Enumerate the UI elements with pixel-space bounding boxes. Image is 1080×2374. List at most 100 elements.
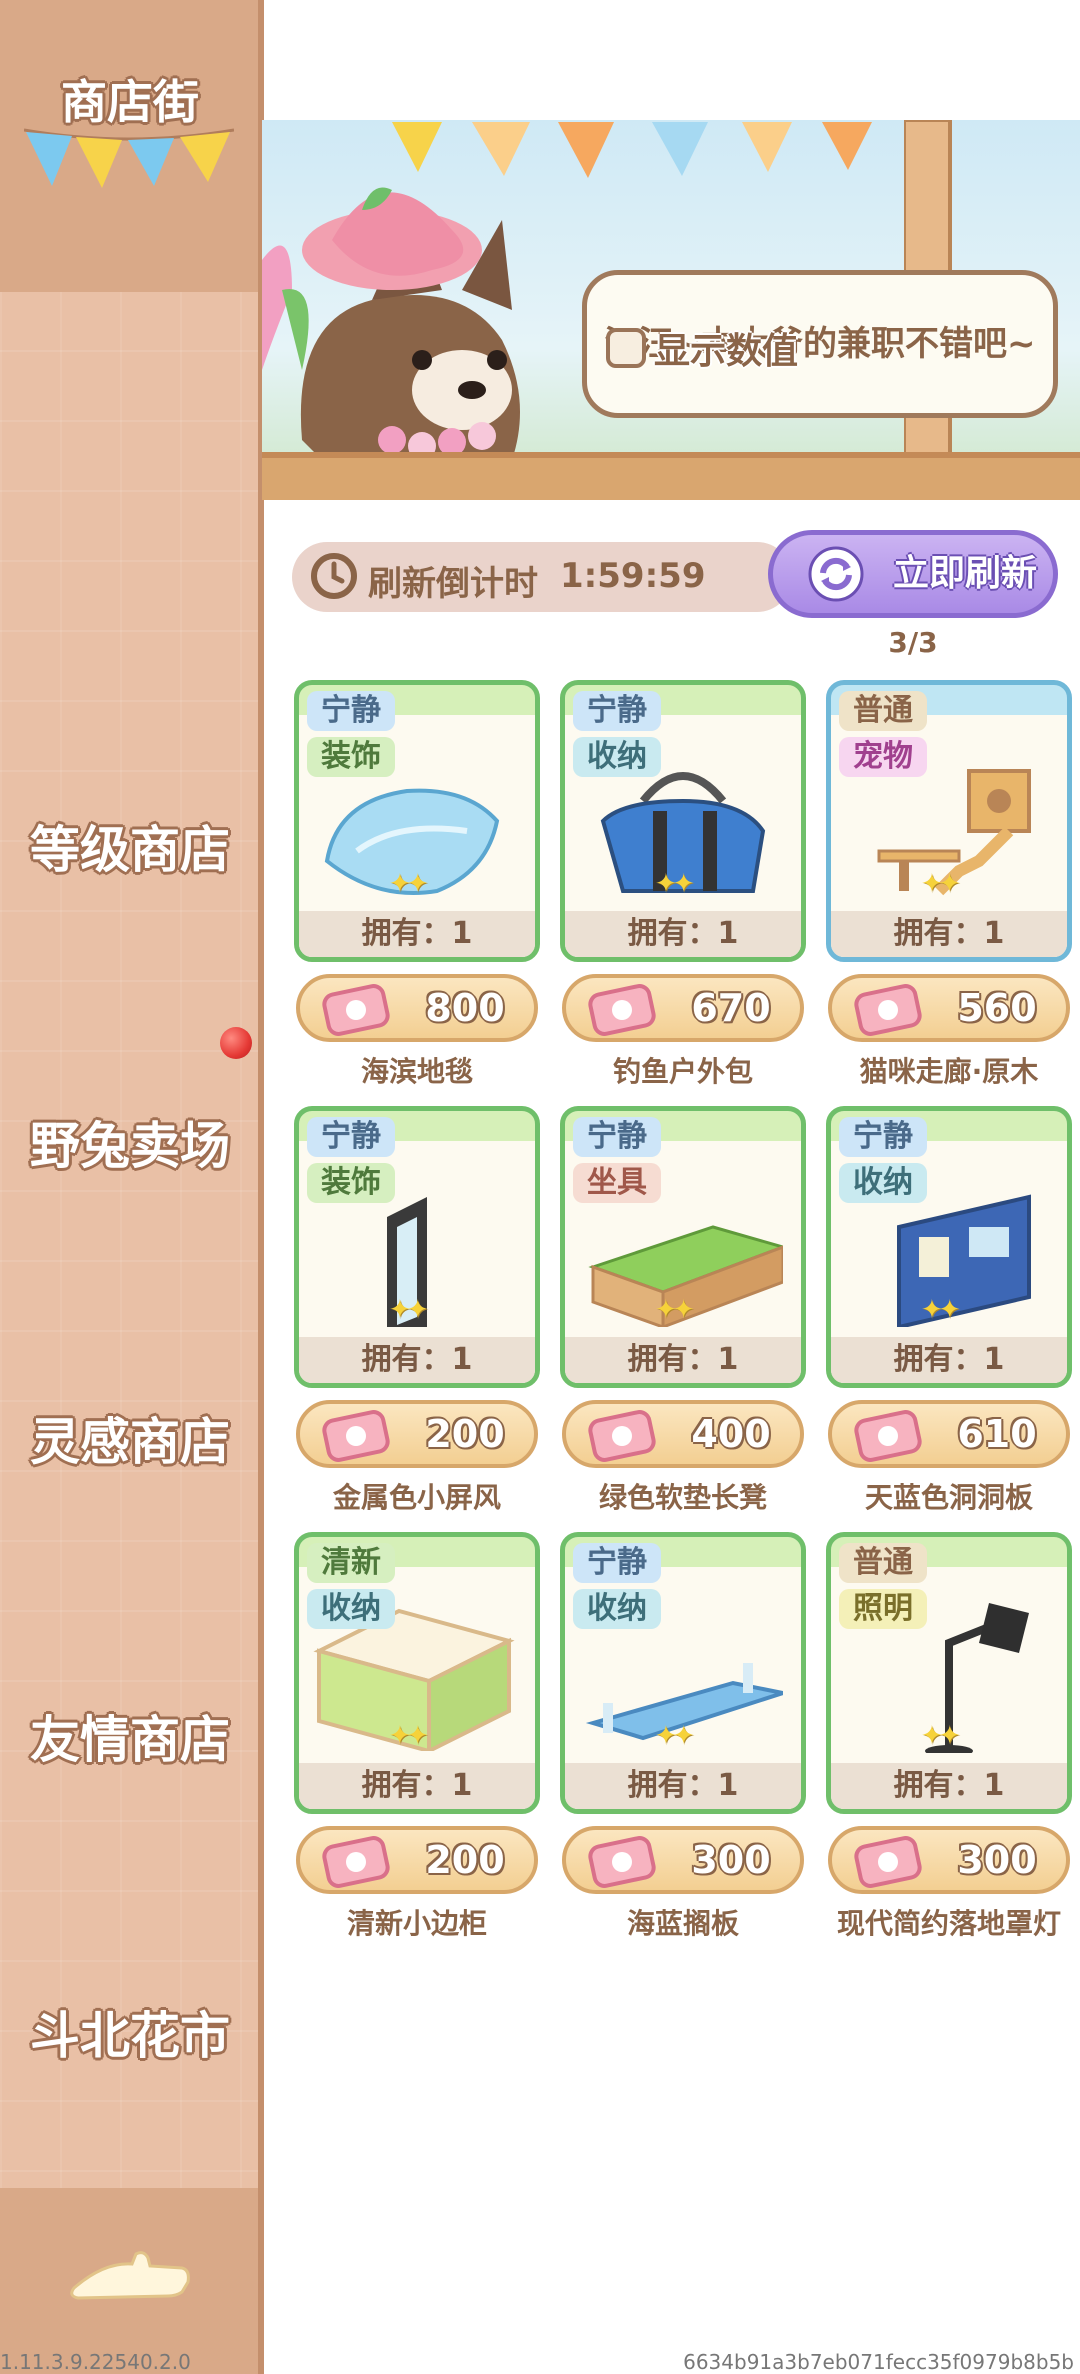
owned-count: 拥有：1	[299, 911, 535, 957]
back-arrow-icon[interactable]	[64, 2242, 194, 2312]
item-card: 普通 照明 ✦✦ 拥有：1	[826, 1532, 1072, 1814]
item-card: 清新 收纳 ✦✦ 拥有：1	[294, 1532, 540, 1814]
notification-dot	[220, 1027, 252, 1059]
star-rating-icon: ✦✦	[921, 1295, 961, 1325]
shopkeeper-dog-icon	[262, 187, 520, 460]
ticket-icon	[854, 1410, 922, 1462]
price-button[interactable]: 200	[296, 1400, 538, 1468]
owned-count: 拥有：1	[299, 1763, 535, 1809]
mood-tag: 宁静	[307, 1117, 395, 1157]
mood-tag: 宁静	[839, 1117, 927, 1157]
shop-item[interactable]: 普通 照明 ✦✦ 拥有：1 300 现代简约落地罩灯	[826, 1532, 1072, 1940]
show-values-toggle[interactable]: 显示数值	[606, 322, 798, 374]
item-name: 猫咪走廊·原木	[859, 1055, 1039, 1088]
price-button[interactable]: 610	[828, 1400, 1070, 1468]
sidebar-item-level-shop[interactable]: 等级商店	[0, 810, 260, 882]
ticket-icon	[854, 1836, 922, 1888]
item-card: 宁静 收纳 ✦✦ 拥有：1	[560, 680, 806, 962]
mood-tag: 宁静	[573, 1117, 661, 1157]
refresh-now-button[interactable]: 立即刷新	[768, 530, 1058, 618]
item-name: 清新小边柜	[346, 1907, 487, 1940]
shop-item[interactable]: 普通 宠物 ✦✦ 拥有：1 560 猫咪走廊·原木	[826, 680, 1072, 1088]
item-card: 宁静 坐具 ✦✦ 拥有：1	[560, 1106, 806, 1388]
item-name: 海滨地毯	[360, 1055, 473, 1088]
shop-item[interactable]: 宁静 装饰 ✦✦ 拥有：1 200 金属色小屏风	[294, 1106, 540, 1514]
shop-item[interactable]: 宁静 坐具 ✦✦ 拥有：1 400 绿色软垫长凳	[560, 1106, 806, 1514]
show-values-checkbox[interactable]	[606, 328, 646, 368]
build-hash-label: 6634b91a3b7eb071fecc35f0979b8b5b	[683, 2350, 1074, 2374]
show-values-label: 显示数值	[654, 331, 799, 372]
owned-count: 拥有：1	[565, 1337, 801, 1383]
star-rating-icon: ✦✦	[655, 869, 695, 899]
price-button[interactable]: 560	[828, 974, 1070, 1042]
category-tag: 收纳	[839, 1163, 927, 1203]
star-rating-icon: ✦✦	[921, 869, 961, 899]
shopkeeper-banner: 汪汪~本大爷的兼职不错吧~	[262, 120, 1080, 500]
sidebar-item-flower-market[interactable]: 斗北花市	[0, 1996, 260, 2068]
owned-count: 拥有：1	[299, 1337, 535, 1383]
category-tag: 照明	[839, 1589, 927, 1629]
shop-item[interactable]: 清新 收纳 ✦✦ 拥有：1 200 清新小边柜	[294, 1532, 540, 1940]
star-rating-icon: ✦✦	[389, 1295, 429, 1325]
refresh-count: 3/3	[888, 626, 938, 659]
shop-item[interactable]: 宁静 收纳 ✦✦ 拥有：1 610 天蓝色洞洞板	[826, 1106, 1072, 1514]
category-tag: 收纳	[573, 737, 661, 777]
owned-count: 拥有：1	[831, 911, 1067, 957]
item-price: 800	[425, 986, 505, 1030]
mood-tag: 宁静	[307, 691, 395, 731]
item-price: 200	[425, 1412, 505, 1456]
ticket-icon	[322, 1836, 390, 1888]
owned-count: 拥有：1	[565, 1763, 801, 1809]
category-tag: 装饰	[307, 737, 395, 777]
owned-count: 拥有：1	[565, 911, 801, 957]
category-tag: 收纳	[573, 1589, 661, 1629]
shop-item[interactable]: 宁静 收纳 ✦✦ 拥有：1 670 钓鱼户外包	[560, 680, 806, 1088]
sidebar-item-inspiration-shop[interactable]: 灵感商店	[0, 1402, 260, 1474]
item-price: 300	[691, 1838, 771, 1882]
sidebar-item-friendship-shop[interactable]: 友情商店	[0, 1700, 260, 1772]
ticket-icon	[854, 984, 922, 1036]
price-button[interactable]: 300	[828, 1826, 1070, 1894]
item-price: 400	[691, 1412, 771, 1456]
category-tag: 宠物	[839, 737, 927, 777]
category-tag: 收纳	[307, 1589, 395, 1629]
item-card: 宁静 装饰 ✦✦ 拥有：1	[294, 1106, 540, 1388]
item-price: 200	[425, 1838, 505, 1882]
ticket-icon	[322, 984, 390, 1036]
star-rating-icon: ✦✦	[921, 1721, 961, 1751]
item-name: 钓鱼户外包	[612, 1055, 753, 1088]
owned-count: 拥有：1	[831, 1337, 1067, 1383]
mood-tag: 宁静	[573, 691, 661, 731]
owned-count: 拥有：1	[831, 1763, 1067, 1809]
mood-tag: 宁静	[573, 1543, 661, 1583]
star-rating-icon: ✦✦	[655, 1721, 695, 1751]
item-card: 宁静 收纳 ✦✦ 拥有：1	[560, 1532, 806, 1814]
price-button[interactable]: 300	[562, 1826, 804, 1894]
item-name: 天蓝色洞洞板	[864, 1481, 1033, 1514]
version-label: 1.11.3.9.22540.2.0	[0, 2350, 191, 2374]
star-rating-icon: ✦✦	[389, 1721, 429, 1751]
price-button[interactable]: 400	[562, 1400, 804, 1468]
item-price: 560	[957, 986, 1037, 1030]
clock-icon	[311, 553, 357, 599]
sidebar-item-rabbit-market[interactable]: 野兔卖场	[0, 1106, 260, 1178]
mood-tag: 清新	[307, 1543, 395, 1583]
price-button[interactable]: 800	[296, 974, 538, 1042]
item-price: 670	[691, 986, 771, 1030]
mood-tag: 普通	[839, 691, 927, 731]
ticket-icon	[588, 984, 656, 1036]
item-price: 610	[957, 1412, 1037, 1456]
category-tag: 坐具	[573, 1163, 661, 1203]
star-rating-icon: ✦✦	[655, 1295, 695, 1325]
item-name: 金属色小屏风	[332, 1481, 501, 1514]
refresh-now-label: 立即刷新	[893, 553, 1038, 594]
item-price: 300	[957, 1838, 1037, 1882]
item-card: 宁静 收纳 ✦✦ 拥有：1	[826, 1106, 1072, 1388]
shop-item[interactable]: 宁静 收纳 ✦✦ 拥有：1 300 海蓝搁板	[560, 1532, 806, 1940]
shop-item[interactable]: 宁静 装饰 ✦✦ 拥有：1 800 海滨地毯	[294, 680, 540, 1088]
item-name: 现代简约落地罩灯	[836, 1907, 1061, 1940]
refresh-countdown-bar	[292, 542, 792, 612]
price-button[interactable]: 200	[296, 1826, 538, 1894]
price-button[interactable]: 670	[562, 974, 804, 1042]
item-card: 宁静 装饰 ✦✦ 拥有：1	[294, 680, 540, 962]
